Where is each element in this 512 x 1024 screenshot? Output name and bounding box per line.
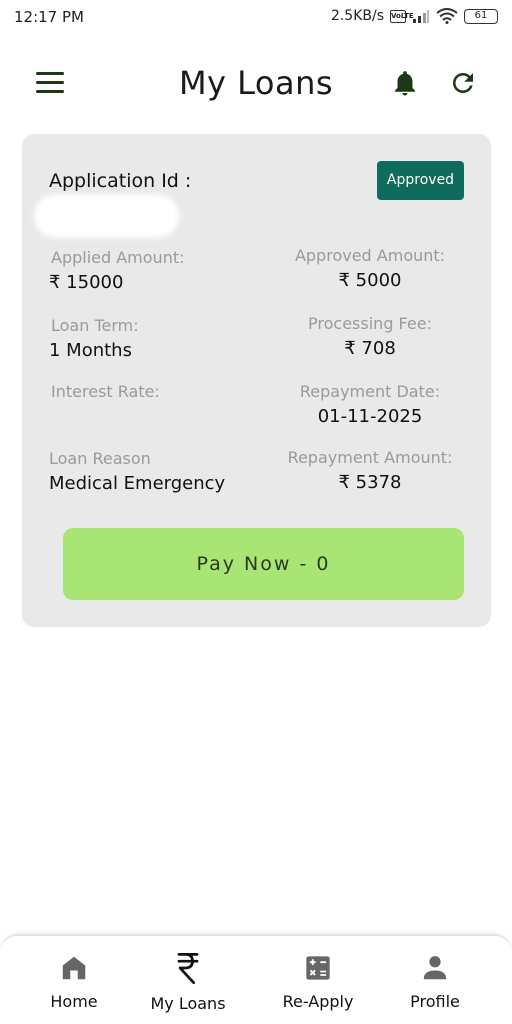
calculator-icon xyxy=(263,950,373,986)
volte-icon: VoLTE xyxy=(390,9,414,23)
battery-icon: 61 xyxy=(464,8,498,24)
approved-amount-value: ₹ 5000 xyxy=(338,270,402,291)
repayment-date-value: 01-11-2025 xyxy=(317,406,423,427)
bottom-nav: Home My Loans Re-Apply Profile xyxy=(0,934,512,1024)
repayment-amount-label: Repayment Amount: xyxy=(287,448,453,467)
status-bar: 12:17 PM 2.5KB/s VoLTE 61 xyxy=(0,0,512,36)
processing-fee-value: ₹ 708 xyxy=(344,338,396,359)
network-speed: 2.5KB/s xyxy=(330,8,384,24)
redacted-application-id xyxy=(34,194,179,238)
signal-icon xyxy=(413,10,429,23)
nav-label-home: Home xyxy=(50,992,98,1011)
nav-label-re-apply: Re-Apply xyxy=(282,992,354,1011)
approved-amount-label: Approved Amount: xyxy=(294,246,446,265)
interest-rate-label: Interest Rate: xyxy=(51,382,160,401)
loan-card: Application Id : Approved Applied Amount… xyxy=(22,134,491,627)
processing-fee-label: Processing Fee: xyxy=(308,314,432,333)
applied-amount-label: Applied Amount: xyxy=(51,248,185,267)
page-title: My Loans xyxy=(178,64,334,102)
nav-item-profile[interactable]: Profile xyxy=(380,950,490,1011)
rupee-icon xyxy=(133,950,243,986)
nav-item-re-apply[interactable]: Re-Apply xyxy=(263,950,373,1011)
wifi-icon xyxy=(436,8,458,24)
repayment-date-label: Repayment Date: xyxy=(299,382,441,401)
refresh-icon[interactable] xyxy=(448,68,478,98)
loan-term-value: 1 Months xyxy=(49,340,132,361)
home-icon xyxy=(19,950,129,986)
nav-label-profile: Profile xyxy=(410,992,460,1011)
loan-reason-value: Medical Emergency xyxy=(49,473,226,494)
status-badge: Approved xyxy=(377,161,464,200)
person-icon xyxy=(380,950,490,986)
status-right: 2.5KB/s VoLTE 61 xyxy=(331,8,498,24)
loan-reason-label: Loan Reason xyxy=(49,449,151,468)
nav-label-my-loans: My Loans xyxy=(150,994,226,1013)
status-time: 12:17 PM xyxy=(14,8,84,26)
loan-term-label: Loan Term: xyxy=(51,316,139,335)
bell-icon[interactable] xyxy=(390,68,420,98)
applied-amount-value: ₹ 15000 xyxy=(49,272,124,293)
pay-now-button[interactable]: Pay Now - 0 xyxy=(63,528,464,600)
repayment-amount-value: ₹ 5378 xyxy=(338,472,402,493)
nav-item-my-loans[interactable]: My Loans xyxy=(133,950,243,1013)
app-header: My Loans xyxy=(0,58,512,112)
nav-item-home[interactable]: Home xyxy=(19,950,129,1011)
application-id-label: Application Id : xyxy=(49,170,192,192)
